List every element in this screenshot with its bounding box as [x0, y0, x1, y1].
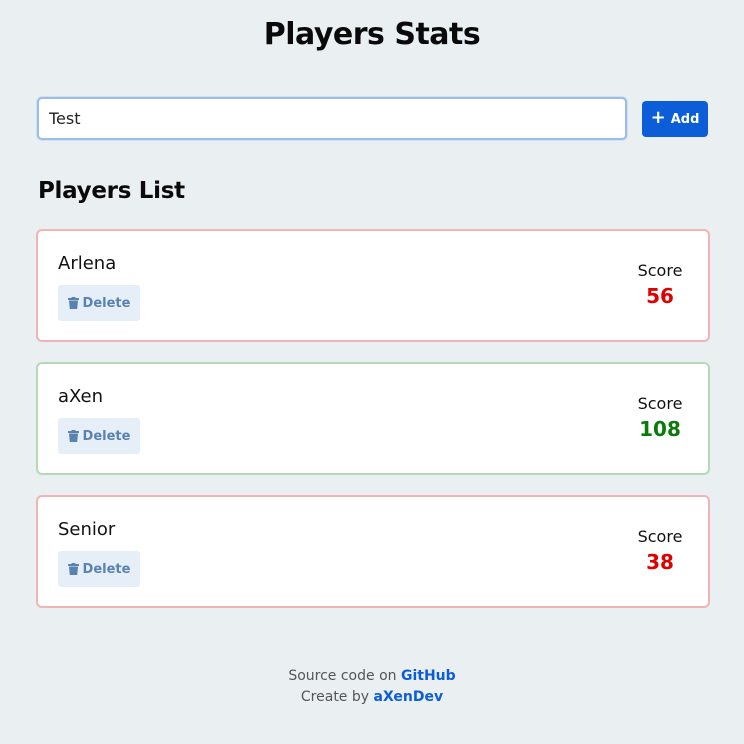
- add-button-label: Add: [670, 111, 700, 127]
- player-name: Senior: [58, 519, 116, 540]
- add-player-form: + Add: [37, 97, 709, 141]
- player-card: Senior Delete Score 38: [36, 495, 710, 608]
- score-block: Score 108: [630, 394, 690, 441]
- plus-icon: +: [650, 107, 666, 128]
- trash-icon: [67, 430, 79, 442]
- players-list-title: Players List: [38, 178, 185, 204]
- score-block: Score 38: [630, 527, 690, 574]
- score-label: Score: [637, 527, 683, 546]
- score-value: 56: [646, 284, 674, 308]
- credit-line: Create by aXenDev: [0, 687, 744, 708]
- player-card: aXen Delete Score 108: [36, 362, 710, 475]
- page: Players Stats + Add Players List Arlena …: [0, 0, 744, 744]
- delete-button[interactable]: Delete: [58, 285, 140, 321]
- player-name-input[interactable]: [37, 97, 627, 140]
- player-name: aXen: [58, 386, 104, 407]
- score-value: 38: [646, 550, 674, 574]
- delete-button[interactable]: Delete: [58, 551, 140, 587]
- score-value: 108: [639, 417, 681, 441]
- score-block: Score 56: [630, 261, 690, 308]
- page-title: Players Stats: [263, 17, 481, 52]
- add-button[interactable]: + Add: [642, 101, 708, 137]
- delete-button-label: Delete: [82, 561, 131, 577]
- trash-icon: [67, 563, 79, 575]
- credit-prefix: Create by: [300, 689, 370, 705]
- trash-icon: [67, 297, 79, 309]
- player-card: Arlena Delete Score 56: [36, 229, 710, 342]
- github-link[interactable]: GitHub: [401, 668, 456, 684]
- player-name: Arlena: [58, 253, 117, 274]
- delete-button-label: Delete: [82, 295, 131, 311]
- source-prefix: Source code on: [288, 668, 397, 684]
- score-label: Score: [637, 261, 683, 280]
- delete-button-label: Delete: [82, 428, 131, 444]
- score-label: Score: [637, 394, 683, 413]
- author-link[interactable]: aXenDev: [374, 689, 444, 705]
- source-line: Source code on GitHub: [0, 666, 744, 687]
- footer: Source code on GitHub Create by aXenDev: [0, 666, 744, 708]
- delete-button[interactable]: Delete: [58, 418, 140, 454]
